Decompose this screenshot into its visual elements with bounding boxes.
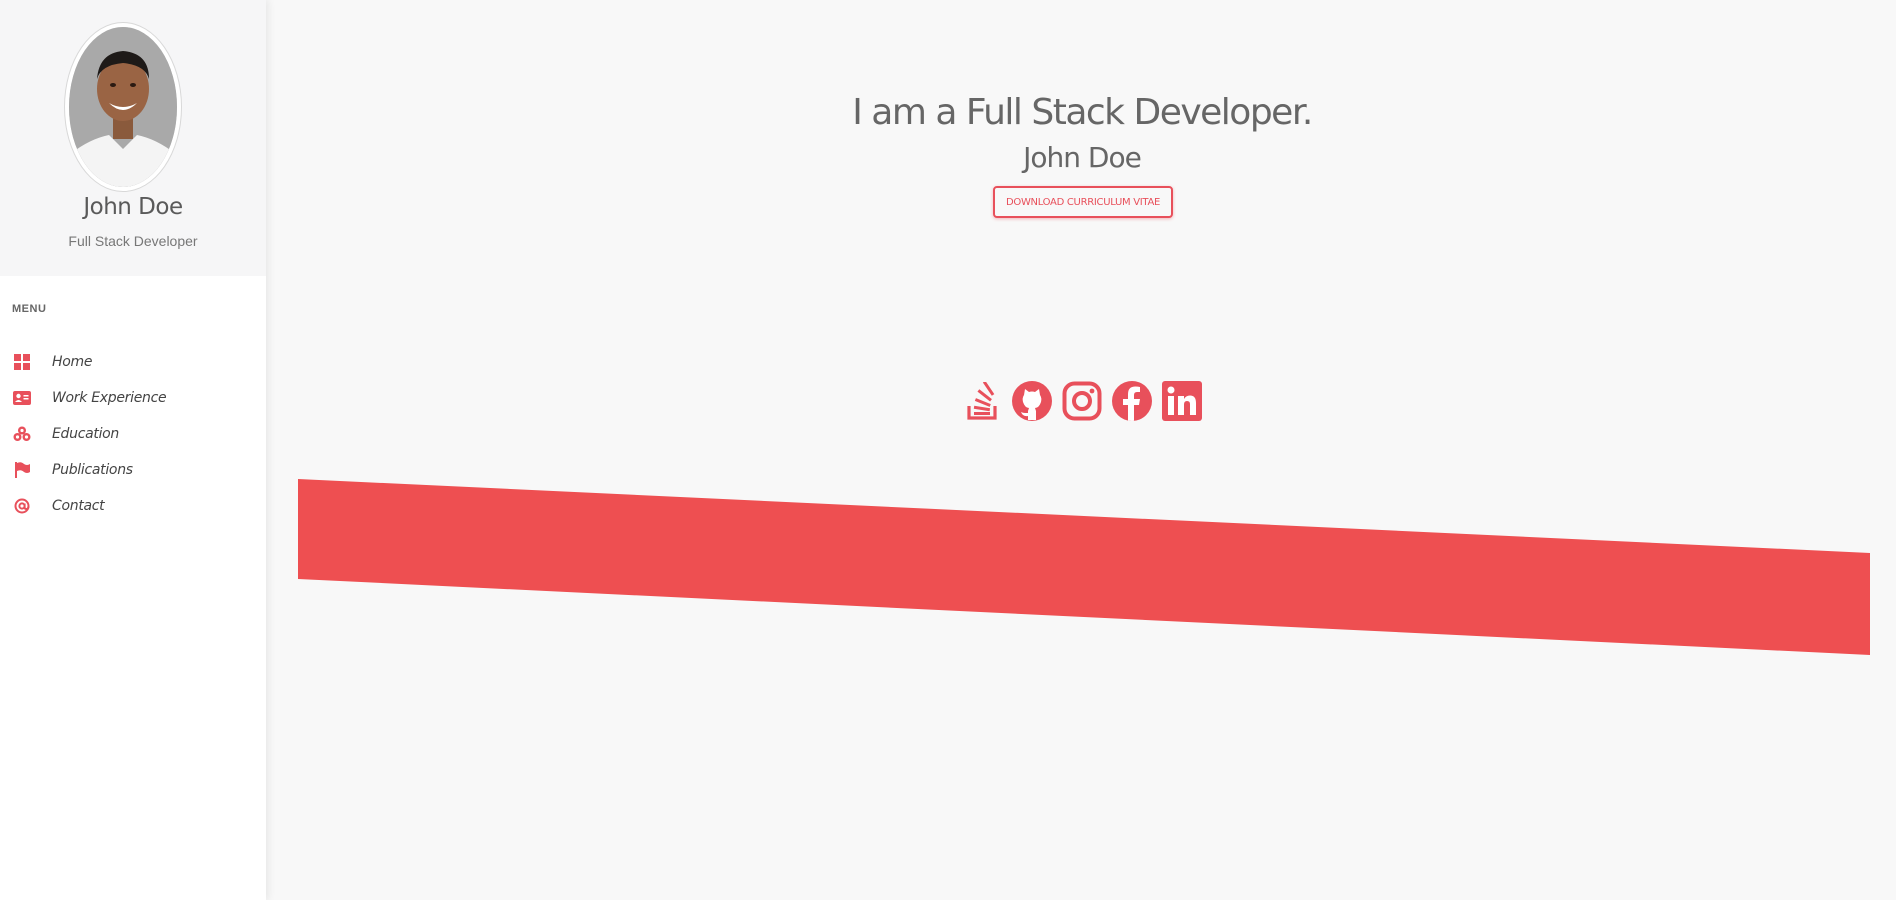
hero-name: John Doe	[1023, 141, 1142, 174]
stackoverflow-icon[interactable]	[961, 380, 1003, 422]
linkedin-icon[interactable]	[1161, 380, 1203, 422]
social-links	[268, 380, 1896, 422]
at-icon	[12, 496, 32, 516]
sidebar-item-publications[interactable]: Publications	[0, 452, 266, 488]
sidebar-item-label: Education	[52, 426, 119, 442]
main-content: I am a Full Stack Developer. John Doe DO…	[268, 0, 1896, 900]
sidebar-item-label: Contact	[52, 498, 105, 514]
profile-role: Full Stack Developer	[68, 233, 198, 249]
sidebar: John Doe Full Stack Developer MENU Home	[0, 0, 266, 900]
profile-name: John Doe	[83, 194, 183, 220]
instagram-icon[interactable]	[1061, 380, 1103, 422]
flag-icon	[12, 460, 32, 480]
github-icon[interactable]	[1011, 380, 1053, 422]
avatar-photo	[69, 27, 177, 187]
download-cv-button[interactable]: DOWNLOAD CURRICULUM VITAE	[993, 186, 1173, 218]
sidebar-item-label: Work Experience	[52, 390, 167, 406]
decorative-banner	[298, 479, 1870, 655]
sidebar-item-label: Home	[52, 354, 93, 370]
id-card-icon	[12, 388, 32, 408]
sidebar-item-label: Publications	[52, 462, 133, 478]
sidebar-item-education[interactable]: Education	[0, 416, 266, 452]
cubes-icon	[12, 424, 32, 444]
sidebar-item-contact[interactable]: Contact	[0, 488, 266, 524]
sidebar-item-home[interactable]: Home	[0, 344, 266, 380]
dashboard-icon	[12, 352, 32, 372]
sidebar-menu: Home Work Experience Education Publicati…	[0, 344, 266, 524]
avatar	[65, 23, 181, 191]
facebook-icon[interactable]	[1111, 380, 1153, 422]
menu-heading: MENU	[12, 303, 47, 315]
hero-headline: I am a Full Stack Developer.	[852, 92, 1313, 133]
sidebar-item-work-experience[interactable]: Work Experience	[0, 380, 266, 416]
profile-card: John Doe Full Stack Developer	[0, 0, 266, 276]
